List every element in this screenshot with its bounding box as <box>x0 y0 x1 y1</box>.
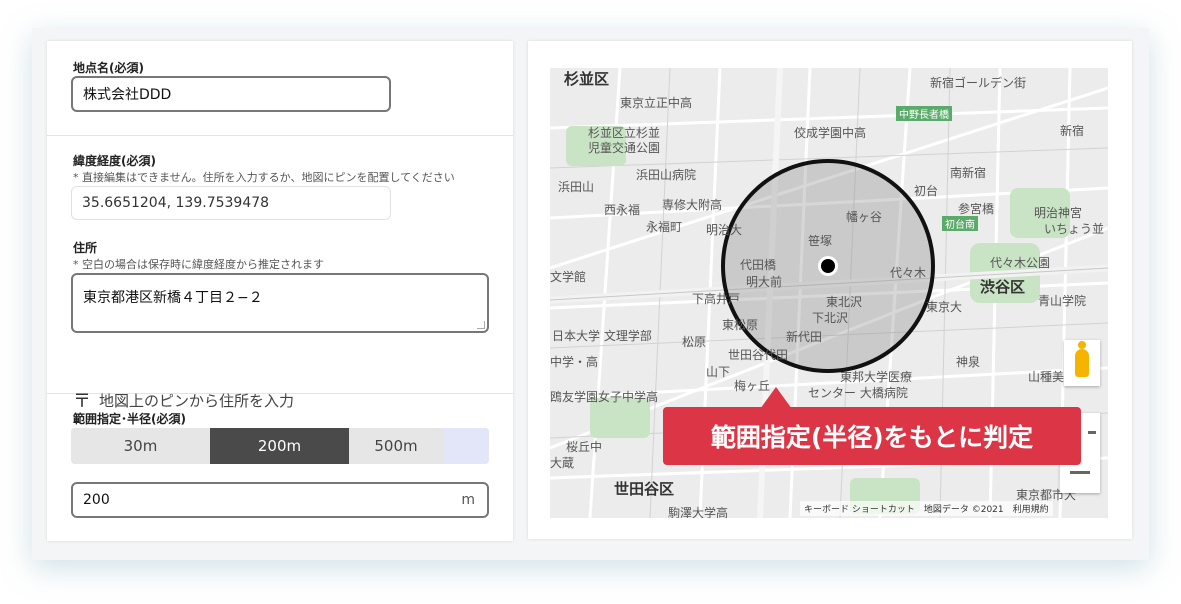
segment-tail <box>443 428 489 464</box>
radius-input[interactable]: 200 m <box>71 482 489 518</box>
radius-label: 範囲指定･半径(必須) <box>73 412 186 426</box>
map-label: いちょう並 <box>1044 222 1105 236</box>
map-label: 東北沢 <box>826 295 863 309</box>
zoom-in-icon[interactable] <box>1088 431 1096 434</box>
map-label: 駒澤大学高 <box>668 506 729 518</box>
map-label: 世田谷区 <box>614 480 675 498</box>
map-label: 明治大 <box>706 223 743 237</box>
radius-callout: 範囲指定(半径)をもとに判定 <box>663 407 1081 465</box>
map-label: 初台 <box>914 184 939 198</box>
map-label: 専修大附高 <box>662 198 723 212</box>
map-label: 東京立正中高 <box>620 96 693 110</box>
coord-field: 35.6651204, 139.7539478 <box>71 186 391 220</box>
map-label: 中野長者橋 <box>896 106 952 121</box>
map-label: 松原 <box>682 335 707 349</box>
radius-segmented-control: 30m 200m 500m <box>71 428 489 464</box>
map-label: 佼成学園中高 <box>794 126 867 140</box>
map-label: 幡ヶ谷 <box>846 210 883 224</box>
name-label: 地点名(必須) <box>73 61 144 75</box>
map-label: 杉並区 <box>564 70 610 88</box>
map-label: 世田谷代田 <box>728 348 789 362</box>
map-label: 中学・高 <box>550 355 599 369</box>
map-label: 下北沢 <box>812 311 849 325</box>
radius-value: 200 <box>83 492 110 508</box>
map-label: 大蔵 <box>550 456 575 470</box>
radius-option-500m[interactable]: 500m <box>349 428 443 464</box>
radius-option-200m[interactable]: 200m <box>210 428 349 464</box>
radius-section: 範囲指定･半径(必須) 30m 200m 500m 200 m <box>47 394 513 541</box>
pegman-icon <box>1075 341 1089 377</box>
address-label: 住所 <box>73 241 98 255</box>
address-hint: * 空白の場合は保存時に緯度経度から推定されます <box>73 258 324 271</box>
map-label: 参宮橋 <box>958 202 995 216</box>
map-label: 明治神宮 <box>1034 206 1083 220</box>
map-label: 東邦大学医療 <box>840 370 913 384</box>
map-label: 笹塚 <box>808 234 833 248</box>
map-label: 青山学院 <box>1038 294 1087 308</box>
map-attribution[interactable]: キーボード ショートカット 地図データ ©2021 利用規約 <box>800 501 1053 516</box>
street-view-pegman[interactable] <box>1064 340 1100 386</box>
resize-handle-icon[interactable] <box>477 321 485 329</box>
map-label: 渋谷区 <box>980 278 1026 296</box>
map-label: センター 大橋病院 <box>808 386 908 400</box>
radius-unit: m <box>461 492 475 508</box>
map-label: 山種美 <box>1028 370 1065 384</box>
map-label: 浜田山病院 <box>636 168 697 182</box>
map-label: 児童交通公園 <box>588 141 661 155</box>
map-label: 代田橋 <box>740 258 777 272</box>
map-label: 東松原 <box>722 318 759 332</box>
map-label: 下高井戸 <box>692 292 741 306</box>
map-label: 文学館 <box>550 270 587 284</box>
address-textarea[interactable]: 東京都港区新橋４丁目２−２ <box>71 273 489 333</box>
map-label: 永福町 <box>646 220 683 234</box>
map-label: 西永福 <box>604 203 641 217</box>
map-label: 山下 <box>706 365 731 379</box>
name-section: 地点名(必須) 株式会社DDD <box>47 41 513 136</box>
address-text: 東京都港区新橋４丁目２−２ <box>83 290 263 306</box>
map-label: 神泉 <box>956 355 981 369</box>
map-label: 新宿ゴールデン街 <box>930 76 1027 90</box>
location-section: 緯度経度(必須) * 直接編集はできません。住所を入力するか、地図にピンを配置し… <box>47 136 513 412</box>
map-label: 日本大学 文理学部 <box>552 329 652 343</box>
map-label: 初台南 <box>942 216 978 231</box>
callout-pointer <box>760 387 792 409</box>
map-label: 代々木 <box>890 266 927 280</box>
name-input[interactable]: 株式会社DDD <box>71 76 391 112</box>
map-label: 明大前 <box>746 275 783 289</box>
map-label: 代々木公園 <box>990 256 1051 270</box>
coord-label: 緯度経度(必須) <box>73 154 156 168</box>
coord-hint: * 直接編集はできません。住所を入力するか、地図にピンを配置してください <box>73 171 455 184</box>
radius-option-30m[interactable]: 30m <box>71 428 210 464</box>
zoom-out-icon[interactable] <box>1070 471 1090 474</box>
map-label: 新代田 <box>786 330 823 344</box>
location-form-panel: 地点名(必須) 株式会社DDD 緯度経度(必須) * 直接編集はできません。住所… <box>47 41 513 541</box>
map-label: 新宿 <box>1060 124 1085 138</box>
map-label: 東京大 <box>926 300 963 314</box>
map-label: 南新宿 <box>950 166 987 180</box>
map-label: 浜田山 <box>558 180 595 194</box>
map-label: 鴎友学園女子中学高 <box>550 390 659 404</box>
map-label: 桜丘中 <box>566 440 603 454</box>
